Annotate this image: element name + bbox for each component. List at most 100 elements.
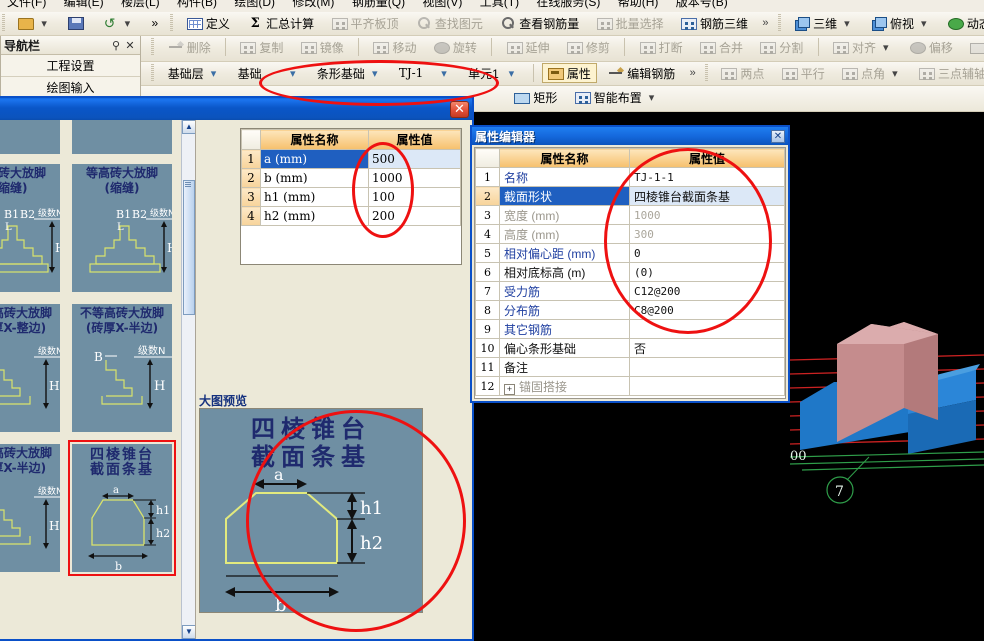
break-button[interactable]: 打断 xyxy=(634,37,689,57)
table-row[interactable]: 8 分布筋 C8@200 xyxy=(475,300,785,320)
menu-item-view[interactable]: 视图(V) xyxy=(415,0,469,8)
dialog-title-bar[interactable]: ✕ xyxy=(0,98,472,120)
table-row[interactable]: 6 相对底标高 (m) (0) xyxy=(475,262,785,282)
row-value[interactable]: 500 xyxy=(368,149,461,169)
summary-calc-button[interactable]: Σ 汇总计算 xyxy=(241,13,320,33)
gallery-scrollbar[interactable]: ▲ ▼ xyxy=(181,120,195,639)
parallel-button[interactable]: 平行 xyxy=(776,63,831,83)
chevron-down-icon[interactable]: ▾ xyxy=(437,67,451,80)
toolbar-overflow-1[interactable]: » xyxy=(145,13,164,33)
thumb-quadrangular-frustum-strip-footing[interactable]: 四棱锥台 截面条基 a h1 h2 b xyxy=(68,440,176,576)
table-row[interactable]: 5 相对偏心距 (mm) 0 xyxy=(475,243,785,263)
pin-icon[interactable]: ⚲ xyxy=(109,39,123,52)
toolbar-grip[interactable] xyxy=(777,14,781,32)
trim-button[interactable]: 修剪 xyxy=(561,37,616,57)
property-editor-title-bar[interactable]: 属性编辑器 ✕ xyxy=(472,127,788,145)
view-3d-button[interactable]: 三维 ▾ xyxy=(788,13,860,33)
row-value[interactable]: 0 xyxy=(629,243,785,263)
define-button[interactable]: 定义 xyxy=(181,13,236,33)
rebar-3d-button[interactable]: 钢筋三维 xyxy=(675,13,754,33)
sidebar-item-project-settings[interactable]: 工程设置 xyxy=(1,55,140,77)
menu-item-version[interactable]: 版本号(B) xyxy=(669,0,735,8)
menu-item-floor[interactable]: 楼层(L) xyxy=(114,0,167,8)
close-icon[interactable]: ✕ xyxy=(123,39,137,52)
extend-button[interactable]: 延伸 xyxy=(501,37,556,57)
component-selector[interactable]: TJ-1 ▾ xyxy=(393,63,457,83)
row-value[interactable]: 300 xyxy=(629,224,785,244)
orbit-button[interactable]: 动态观察 xyxy=(942,13,984,33)
table-row[interactable]: 10 偏心条形基础 否 xyxy=(475,338,785,358)
top-view-button[interactable]: 俯视 ▾ xyxy=(865,13,937,33)
toolbar-overflow-3[interactable]: » xyxy=(686,67,700,79)
undo-button[interactable]: ↺ ▾ xyxy=(96,13,141,33)
offset-button[interactable]: 偏移 xyxy=(904,37,959,57)
row-value[interactable] xyxy=(629,357,785,377)
copy-button[interactable]: 复制 xyxy=(234,37,289,57)
thumb-partial-top-right[interactable] xyxy=(68,120,176,158)
thumb-unequal-height-brick-footing-left[interactable]: 不等高砖大放脚 (砖厚X-整边) 级数N B xyxy=(0,300,64,436)
row-value[interactable]: 200 xyxy=(368,206,461,226)
open-button[interactable]: ▾ xyxy=(12,13,57,33)
table-row[interactable]: 7 受力筋 C12@200 xyxy=(475,281,785,301)
floor-selector[interactable]: 基础层 ▾ xyxy=(162,63,227,83)
move-button[interactable]: 移动 xyxy=(367,37,422,57)
property-button[interactable]: 属性 xyxy=(541,63,597,83)
three-point-axis-button[interactable]: 三点辅轴▾ xyxy=(913,63,984,83)
thumb-equal-height-brick-footing-2[interactable]: 等高砖大放脚 (缩缝) B1 B2 级数N xyxy=(68,160,176,296)
row-value[interactable]: 1000 xyxy=(629,205,785,225)
align-slab-button[interactable]: 平齐板顶 xyxy=(326,13,405,33)
toolbar-overflow-2[interactable]: » xyxy=(758,17,772,29)
row-value[interactable]: TJ-1-1 xyxy=(629,167,785,187)
merge-button[interactable]: 合并 xyxy=(694,37,749,57)
menu-item-edit[interactable]: 编辑(E) xyxy=(57,0,111,8)
thumb-equal-height-brick-footing[interactable]: 等高砖大放脚 (缩缝) B1 B2 级数N xyxy=(0,160,64,296)
unit-selector[interactable]: 单元1 ▾ xyxy=(462,63,524,83)
row-value[interactable]: 四棱锥台截面条基 xyxy=(629,186,785,206)
menu-item-help[interactable]: 帮助(H) xyxy=(611,0,666,8)
toolbar-grip[interactable] xyxy=(705,64,709,82)
toolbar-grip[interactable] xyxy=(170,14,174,32)
mirror-button[interactable]: 镜像 xyxy=(295,37,350,57)
toolbar-grip[interactable] xyxy=(2,14,5,32)
table-row[interactable]: 4 高度 (mm) 300 xyxy=(475,224,785,244)
3d-viewport[interactable]: 7 00 xyxy=(790,112,984,641)
chevron-down-icon[interactable]: ▾ xyxy=(368,67,382,80)
thumb-unequal-height-brick-footing[interactable]: 不等高砖大放脚 (砖厚X-半边) 级数N B H xyxy=(68,300,176,436)
row-value[interactable]: (0) xyxy=(629,262,785,282)
chevron-down-icon[interactable]: ▾ xyxy=(505,67,519,80)
row-value[interactable]: 否 xyxy=(629,338,785,358)
table-row[interactable]: 4 h2 (mm) 200 xyxy=(241,206,461,226)
delete-button[interactable]: 删除 xyxy=(162,37,217,57)
component-type-selector[interactable]: 条形基础 ▾ xyxy=(311,63,388,83)
edit-rebar-button[interactable]: 编辑钢筋 xyxy=(602,63,681,83)
row-value[interactable] xyxy=(629,319,785,339)
table-row[interactable]: 3 宽度 (mm) 1000 xyxy=(475,205,785,225)
row-value[interactable]: C12@200 xyxy=(629,281,785,301)
gallery-scroll-down-button[interactable]: ▼ xyxy=(182,625,195,639)
chevron-down-icon[interactable]: ▾ xyxy=(286,67,300,80)
gallery-scroll-up-button[interactable]: ▲ xyxy=(182,120,195,134)
thumb-partial-top-left[interactable] xyxy=(0,120,64,158)
rotate-button[interactable]: 旋转 xyxy=(428,37,483,57)
thumb-unequal-height-brick-footing-left-2[interactable]: 不等高砖大放脚 (砖厚X-半边) 级数N B xyxy=(0,440,64,576)
menu-item-tools[interactable]: 工具(T) xyxy=(473,0,526,8)
table-row[interactable]: 12 + 锚固搭接 xyxy=(475,376,785,396)
table-row[interactable]: 11 备注 xyxy=(475,357,785,377)
rectangle-button[interactable]: 矩形 xyxy=(508,87,563,107)
chevron-down-icon[interactable]: ▾ xyxy=(207,67,221,80)
table-row[interactable]: 2 b (mm) 1000 xyxy=(241,168,461,188)
table-row[interactable]: 3 h1 (mm) 100 xyxy=(241,187,461,207)
menu-item-modify[interactable]: 修改(M) xyxy=(285,0,341,8)
view-rebar-button[interactable]: 查看钢筋量 xyxy=(494,13,585,33)
row-value[interactable] xyxy=(629,376,785,396)
align-button[interactable]: 对齐 ▾ xyxy=(827,37,899,57)
gallery-scroll-thumb[interactable] xyxy=(183,180,195,315)
menu-item-draw[interactable]: 绘图(D) xyxy=(227,0,282,8)
row-value[interactable]: 100 xyxy=(368,187,461,207)
toolbar-grip[interactable] xyxy=(151,64,155,82)
menu-item-component[interactable]: 构件(B) xyxy=(170,0,224,8)
dialog-close-button[interactable]: ✕ xyxy=(450,100,469,118)
row-value[interactable]: 1000 xyxy=(368,168,461,188)
two-point-button[interactable]: 两点 xyxy=(715,63,770,83)
menu-item-online[interactable]: 在线服务(S) xyxy=(529,0,607,8)
